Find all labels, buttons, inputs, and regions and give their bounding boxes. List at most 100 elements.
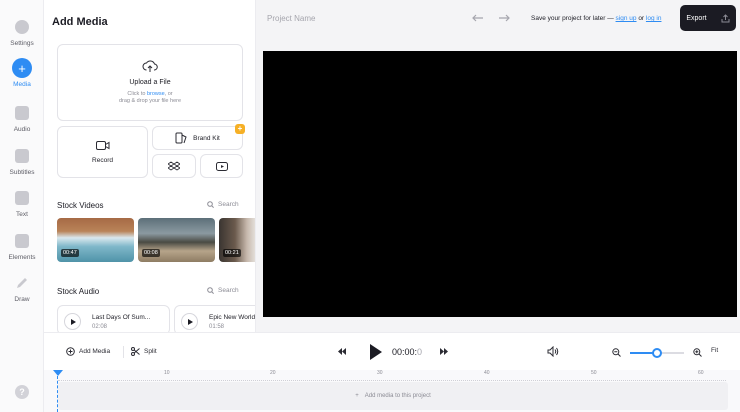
video-duration: 00:08 — [142, 249, 160, 257]
upload-title: Upload a File — [129, 79, 171, 86]
sidebar-item-label: Draw — [14, 296, 30, 303]
project-name-input[interactable]: Project Name — [267, 14, 315, 23]
export-icon — [721, 13, 730, 22]
save-project-message: Save your project for later — sign up or… — [531, 15, 661, 22]
tick-label: 30 — [377, 370, 383, 376]
stock-video-thumbnail[interactable]: 00:47 — [57, 218, 134, 262]
browse-link[interactable]: browse — [147, 91, 165, 97]
stock-videos-title: Stock Videos — [57, 201, 104, 210]
pencil-icon — [15, 276, 29, 290]
stock-video-thumbnail[interactable]: 00:08 — [138, 218, 215, 262]
stock-audio-item[interactable]: Epic New World 01:58 — [174, 305, 256, 332]
panel-title: Add Media — [52, 16, 108, 28]
audio-duration: 01:58 — [209, 324, 225, 330]
sidebar-item-elements[interactable]: Elements — [0, 230, 44, 270]
sidebar-item-label: Audio — [13, 126, 31, 133]
youtube-button[interactable] — [200, 154, 243, 178]
video-duration: 00:21 — [223, 249, 241, 257]
dropbox-icon — [168, 161, 180, 170]
upload-hint-line2: drag & drop your file here — [118, 98, 182, 104]
brand-kit-label: Brand Kit — [193, 134, 220, 142]
stock-audio-search[interactable]: Search — [207, 287, 239, 294]
plus-icon: + — [12, 58, 32, 78]
sidebar-item-label: Text — [16, 211, 28, 218]
timeline-ruler — [58, 377, 726, 381]
audio-duration: 02:08 — [92, 324, 108, 330]
record-button[interactable]: Record — [57, 126, 148, 178]
save-prefix: Save your project for later — — [531, 15, 616, 22]
upload-hint-suffix: , or — [164, 91, 173, 97]
video-canvas[interactable] — [263, 51, 737, 317]
upload-dropzone[interactable]: Upload a File Click to browse, or drag &… — [57, 44, 243, 121]
help-icon[interactable]: ? — [15, 385, 29, 399]
sidebar-item-media[interactable]: + Media — [0, 58, 44, 98]
play-icon[interactable] — [64, 313, 81, 330]
upload-hint-prefix: Click to — [127, 91, 147, 97]
audio-title: Epic New World — [209, 314, 256, 321]
timeline: 10 20 30 40 50 60 + Add media to this pr… — [44, 370, 740, 412]
fit-button[interactable]: Fit — [711, 347, 718, 354]
time-frames: 0 — [417, 347, 423, 357]
zoom-in-icon[interactable] — [693, 348, 702, 357]
camera-icon — [95, 141, 109, 150]
zoom-slider[interactable] — [630, 348, 684, 358]
sidebar-item-label: Settings — [10, 40, 34, 47]
search-label: Search — [218, 287, 239, 294]
sidebar-item-label: Elements — [8, 254, 36, 261]
time-main: 00:00: — [392, 347, 418, 357]
add-circle-icon — [66, 347, 75, 356]
zoom-out-icon[interactable] — [612, 348, 621, 357]
shapes-icon — [15, 234, 29, 248]
sidebar-item-settings[interactable]: Settings — [0, 16, 44, 56]
skip-forward-icon[interactable] — [440, 348, 448, 355]
undo-icon[interactable] — [471, 11, 485, 25]
volume-icon[interactable] — [547, 346, 559, 357]
export-button[interactable]: Export — [680, 5, 736, 31]
play-button[interactable] — [370, 344, 382, 360]
play-icon[interactable] — [181, 313, 198, 330]
dropbox-button[interactable] — [152, 154, 196, 178]
divider — [123, 346, 124, 358]
text-icon — [15, 191, 29, 205]
split-button[interactable]: Split — [131, 347, 157, 356]
tick-label: 20 — [270, 370, 276, 376]
tick-label: 50 — [591, 370, 597, 376]
left-rail: Settings + Media Audio Subtitles Text El… — [0, 0, 44, 412]
sidebar-item-audio[interactable]: Audio — [0, 102, 44, 142]
add-media-hint: Add media to this project — [364, 393, 431, 399]
skip-back-icon[interactable] — [338, 348, 346, 355]
plus-icon: + — [355, 393, 359, 399]
tick-label: 40 — [484, 370, 490, 376]
record-label: Record — [92, 157, 113, 164]
music-note-icon — [15, 106, 29, 120]
youtube-icon — [215, 161, 228, 171]
stock-audio-item[interactable]: Last Days Of Sum... 02:08 — [57, 305, 170, 332]
timeline-track[interactable]: + Add media to this project — [58, 382, 728, 410]
search-icon — [207, 201, 214, 208]
tick-label: 60 — [698, 370, 704, 376]
stock-videos-search[interactable]: Search — [207, 201, 239, 208]
player-bar: Add Media Split 00:00:0 Fit — [44, 332, 740, 370]
zoom-slider-handle[interactable] — [652, 348, 662, 358]
split-label: Split — [144, 348, 157, 355]
tick-label: 10 — [164, 370, 170, 376]
top-header: Project Name Save your project for later… — [256, 0, 740, 36]
sidebar-item-subtitles[interactable]: Subtitles — [0, 145, 44, 185]
sidebar-item-text[interactable]: Text — [0, 187, 44, 227]
sidebar-item-label: Subtitles — [9, 169, 35, 176]
brand-kit-button[interactable]: Brand Kit — [152, 126, 243, 150]
redo-icon[interactable] — [497, 11, 511, 25]
export-label: Export — [686, 14, 707, 22]
stock-video-thumbnail[interactable]: 00:21 — [219, 218, 255, 262]
stock-audio-title: Stock Audio — [57, 287, 100, 296]
add-media-label: Add Media — [79, 348, 111, 355]
sidebar-item-draw[interactable]: Draw — [0, 272, 44, 312]
upload-cloud-icon — [142, 60, 158, 72]
add-media-button[interactable]: Add Media — [66, 347, 110, 356]
brand-kit-icon — [175, 132, 187, 144]
audio-title: Last Days Of Sum... — [92, 314, 151, 321]
sign-up-link[interactable]: sign up — [616, 15, 637, 22]
playhead-handle[interactable] — [53, 370, 63, 376]
search-label: Search — [218, 201, 239, 208]
log-in-link[interactable]: log in — [646, 15, 662, 22]
